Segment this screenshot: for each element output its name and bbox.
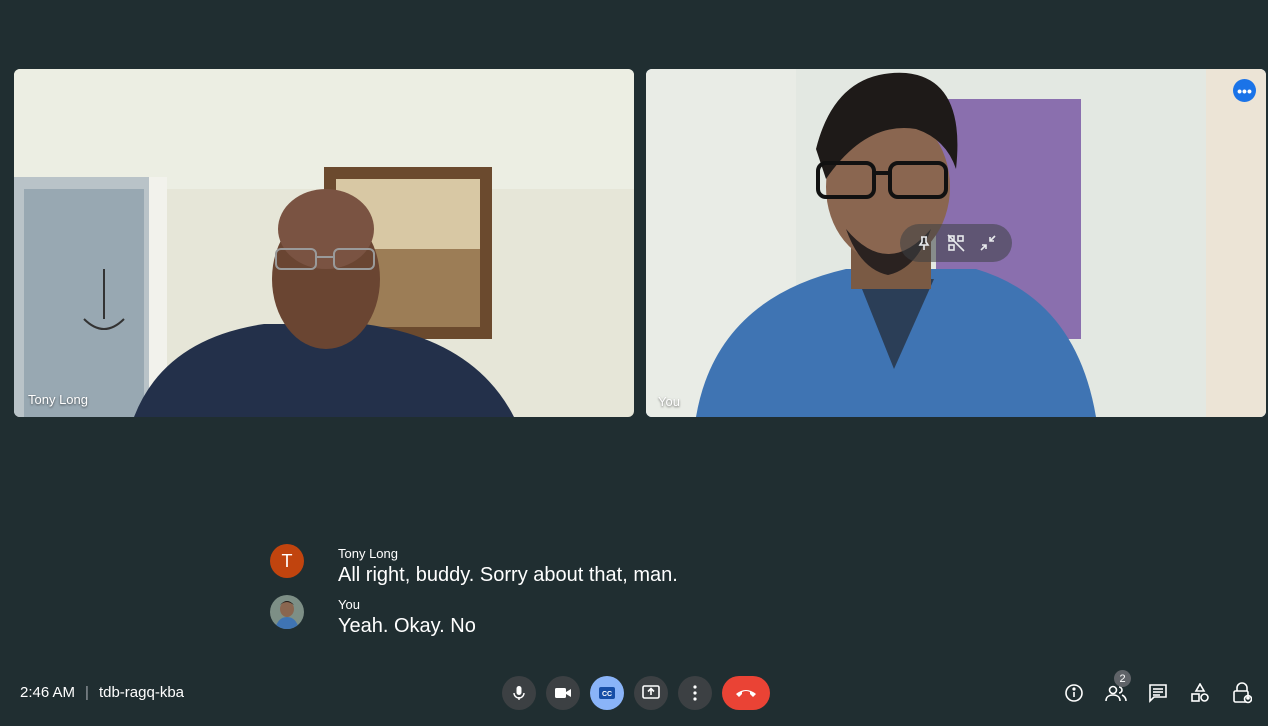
more-options-button[interactable] <box>678 676 712 710</box>
minimize-icon[interactable] <box>977 232 999 254</box>
more-options-icon[interactable]: ••• <box>1233 79 1256 102</box>
chat-button[interactable] <box>1146 680 1170 706</box>
microphone-button[interactable] <box>502 676 536 710</box>
host-controls-icon <box>1233 682 1252 704</box>
caption-speaker: You <box>338 597 360 612</box>
svg-text:CC: CC <box>602 691 612 698</box>
activities-button[interactable] <box>1188 680 1212 706</box>
info-icon <box>1065 684 1083 702</box>
end-call-icon <box>736 690 756 697</box>
caption-text: Yeah. Okay. No <box>338 615 476 637</box>
participant-name: You <box>658 394 680 409</box>
pin-icon[interactable] <box>913 232 935 254</box>
participant-count-badge: 2 <box>1114 670 1131 687</box>
video-tile-you[interactable]: ••• You <box>646 69 1266 417</box>
remove-from-grid-icon[interactable] <box>945 232 967 254</box>
participant-video <box>14 69 634 417</box>
call-controls: CC <box>502 676 770 710</box>
clock-time: 2:46 AM <box>20 684 76 701</box>
leave-call-button[interactable] <box>722 676 770 710</box>
chat-icon <box>1149 684 1167 703</box>
activities-icon <box>1191 683 1209 702</box>
meeting-details-button[interactable] <box>1062 680 1086 706</box>
camera-button[interactable] <box>546 676 580 710</box>
meeting-code: tdb-ragq-kba <box>98 684 185 701</box>
closed-captions-icon: CC <box>599 687 615 699</box>
caption-text: All right, buddy. Sorry about that, man. <box>338 564 678 586</box>
host-controls-button[interactable] <box>1230 680 1254 706</box>
avatar: T <box>270 544 304 578</box>
camera-icon <box>555 688 571 698</box>
tile-hover-controls <box>900 224 1012 262</box>
people-button[interactable]: 2 <box>1104 670 1131 706</box>
captions-button[interactable]: CC <box>590 676 624 710</box>
microphone-icon <box>513 686 525 700</box>
participant-name: Tony Long <box>28 392 88 407</box>
avatar <box>270 595 304 629</box>
divider: | <box>85 684 89 701</box>
video-tile-tony-long[interactable]: Tony Long <box>14 69 634 417</box>
present-screen-icon <box>642 685 660 699</box>
caption-speaker: Tony Long <box>338 546 398 561</box>
side-panel-controls: 2 <box>1062 670 1254 706</box>
more-options-icon <box>693 685 697 701</box>
meeting-info: 2:46 AM | tdb-ragq-kba <box>20 684 184 701</box>
present-button[interactable] <box>634 676 668 710</box>
